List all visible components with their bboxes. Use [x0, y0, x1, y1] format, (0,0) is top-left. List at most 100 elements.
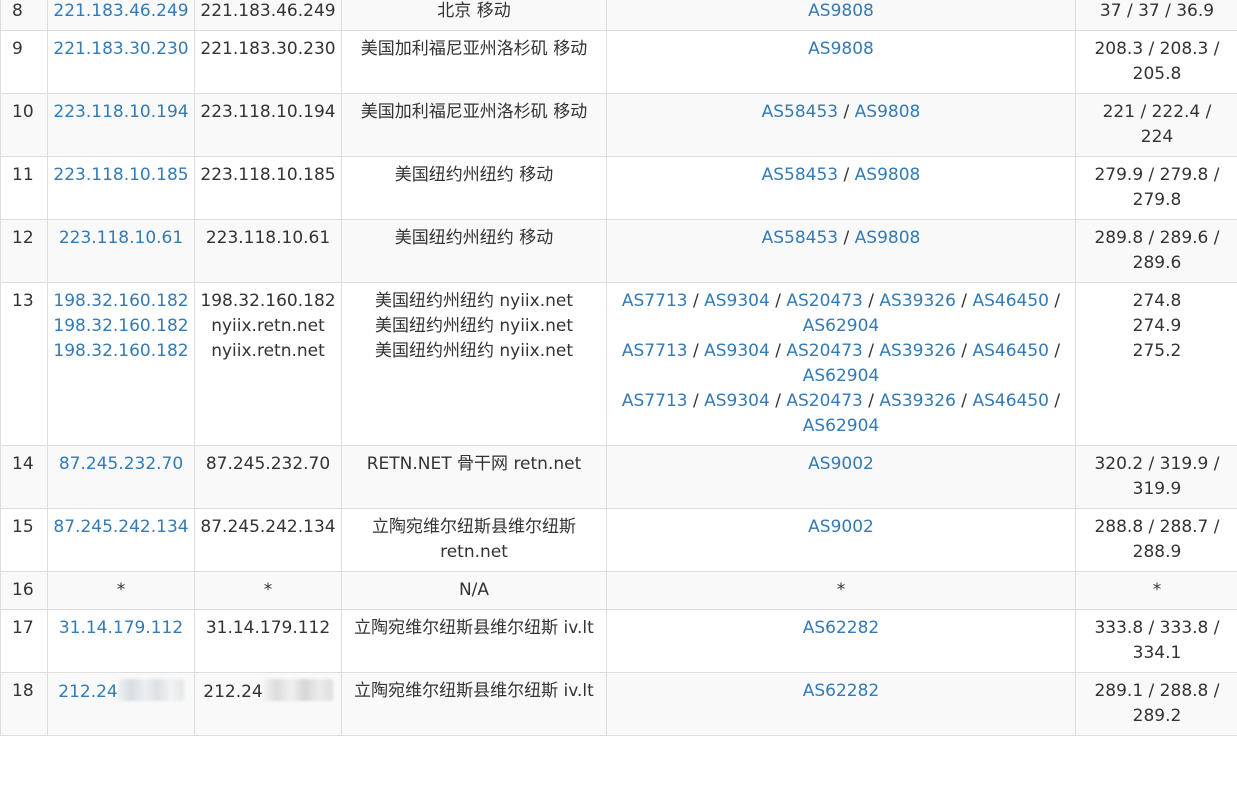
asn-group: AS7713 / AS9304 / AS20473 / AS39326 / AS… [621, 339, 1061, 389]
latency-value: * [1152, 580, 1162, 600]
asn-link[interactable]: AS39326 [879, 291, 956, 311]
asn-separator: / [1048, 291, 1061, 311]
asn-group: AS9808 [621, 37, 1061, 62]
asn-link[interactable]: AS9002 [808, 454, 874, 474]
ip-link[interactable]: 212.24 [58, 682, 117, 702]
asn-link[interactable]: AS9304 [704, 341, 770, 361]
location-cell: N/A [341, 571, 607, 610]
asn-link[interactable]: AS46450 [972, 391, 1049, 411]
hop-number: 10 [12, 102, 34, 122]
location-text: 美国纽约州纽约 nyiix.net [374, 341, 574, 361]
ip-link[interactable]: 221.183.30.230 [53, 39, 188, 59]
latency-value: 289.8 / 289.6 / 289.6 [1094, 228, 1220, 273]
hostname: 198.32.160.182 [200, 291, 336, 311]
asn-link[interactable]: AS58453 [762, 165, 839, 185]
asn-separator: / [687, 291, 705, 311]
asn-link[interactable]: AS39326 [879, 391, 956, 411]
ip-link[interactable]: 31.14.179.112 [59, 618, 183, 638]
asn-link[interactable]: AS62904 [803, 416, 880, 436]
ip-cell: 223.118.10.61 [47, 219, 195, 283]
ip-cell: 221.183.46.249 [47, 0, 195, 31]
ip-link[interactable]: 223.118.10.61 [59, 228, 183, 248]
asn-unknown: * [836, 580, 846, 600]
table-row: 14 87.245.232.70 87.245.232.70 RETN.NET 骨干网… [0, 445, 1237, 509]
asn-cell: AS7713 / AS9304 / AS20473 / AS39326 / AS… [606, 282, 1076, 446]
asn-cell: AS58453 / AS9808 [606, 156, 1076, 220]
hop-number: 18 [12, 681, 34, 701]
asn-link[interactable]: AS58453 [762, 228, 839, 248]
table-row: 8 221.183.46.249 221.183.46.249 北京 移动 AS9808… [0, 0, 1237, 31]
latency-cell: 208.3 / 208.3 / 205.8 [1075, 30, 1237, 94]
location-cell: 美国加利福尼亚州洛杉矶 移动 [341, 30, 607, 94]
asn-link[interactable]: AS9304 [704, 391, 770, 411]
asn-separator: / [769, 341, 787, 361]
location-text: 北京 移动 [437, 1, 511, 21]
location-cell: RETN.NET 骨干网 retn.net [341, 445, 607, 509]
asn-link[interactable]: AS39326 [879, 341, 956, 361]
asn-link[interactable]: AS62282 [803, 681, 880, 701]
redaction-blur [262, 679, 333, 701]
asn-cell: * [606, 571, 1076, 610]
asn-link[interactable]: AS46450 [972, 291, 1049, 311]
hostname: 87.245.232.70 [205, 454, 331, 474]
ip-link[interactable]: 221.183.46.249 [53, 1, 188, 21]
asn-cell: AS9002 [606, 508, 1076, 572]
asn-link[interactable]: AS9808 [855, 165, 921, 185]
asn-link[interactable]: AS58453 [762, 102, 839, 122]
asn-group: AS58453 / AS9808 [621, 226, 1061, 251]
ip-link[interactable]: 87.245.242.134 [53, 517, 188, 537]
asn-link[interactable]: AS9808 [855, 102, 921, 122]
location-text: 美国纽约州纽约 nyiix.net [374, 291, 574, 311]
asn-link[interactable]: AS7713 [622, 341, 688, 361]
hop-number: 9 [12, 39, 23, 59]
hop-number-cell: 15 [0, 508, 48, 572]
asn-link[interactable]: AS9808 [808, 39, 874, 59]
asn-link[interactable]: AS20473 [786, 391, 863, 411]
ip-cell: 87.245.242.134 [47, 508, 195, 572]
hostname-cell: 87.245.242.134 [194, 508, 342, 572]
hostname: 221.183.30.230 [200, 39, 336, 59]
asn-cell: AS9808 [606, 0, 1076, 31]
traceroute-table: 8 221.183.46.249 221.183.46.249 北京 移动 AS9808… [0, 0, 1237, 736]
asn-separator: / [687, 341, 705, 361]
asn-link[interactable]: AS62904 [803, 366, 880, 386]
hop-number-cell: 10 [0, 93, 48, 157]
asn-link[interactable]: AS7713 [622, 391, 688, 411]
asn-link[interactable]: AS20473 [786, 341, 863, 361]
table-row: 12 223.118.10.61 223.118.10.61 美国纽约州纽约 移动 AS… [0, 219, 1237, 283]
latency-cell: 274.8 274.9 275.2 [1075, 282, 1237, 446]
asn-link[interactable]: AS7713 [622, 291, 688, 311]
hostname-cell: 198.32.160.182 nyiix.retn.net nyiix.retn.n… [194, 282, 342, 446]
ip-link[interactable]: 198.32.160.182 [49, 339, 194, 364]
hostname: nyiix.retn.net [211, 341, 325, 361]
location-cell: 立陶宛维尔纽斯县维尔纽斯 retn.net [341, 508, 607, 572]
latency-cell: 289.1 / 288.8 / 289.2 [1075, 672, 1237, 736]
asn-group: AS7713 / AS9304 / AS20473 / AS39326 / AS… [621, 289, 1061, 339]
ip-cell: 31.14.179.112 [47, 609, 195, 673]
location-text: 美国加利福尼亚州洛杉矶 移动 [360, 39, 588, 59]
asn-link[interactable]: AS9002 [808, 517, 874, 537]
asn-link[interactable]: AS46450 [972, 341, 1049, 361]
hop-number: 17 [12, 618, 34, 638]
asn-link[interactable]: AS9808 [855, 228, 921, 248]
ip-link[interactable]: 87.245.232.70 [59, 454, 183, 474]
latency-value: 274.8 [1132, 291, 1182, 311]
ip-link[interactable]: 223.118.10.194 [53, 102, 188, 122]
ip-link[interactable]: 223.118.10.185 [53, 165, 188, 185]
hop-number: 11 [12, 165, 34, 185]
asn-cell: AS58453 / AS9808 [606, 219, 1076, 283]
asn-link[interactable]: AS62282 [803, 618, 880, 638]
ip-link[interactable]: 198.32.160.182 [49, 289, 194, 314]
hop-number: 13 [12, 291, 34, 311]
asn-link[interactable]: AS20473 [786, 291, 863, 311]
asn-group: AS58453 / AS9808 [621, 163, 1061, 188]
latency-cell: 221 / 222.4 / 224 [1075, 93, 1237, 157]
asn-link[interactable]: AS62904 [803, 316, 880, 336]
location-cell: 北京 移动 [341, 0, 607, 31]
asn-link[interactable]: AS9304 [704, 291, 770, 311]
ip-link[interactable]: 198.32.160.182 [49, 314, 194, 339]
latency-value: 320.2 / 319.9 / 319.9 [1094, 454, 1220, 499]
asn-group: AS9002 [621, 515, 1061, 540]
hop-number-cell: 8 [0, 0, 48, 31]
asn-link[interactable]: AS9808 [808, 1, 874, 21]
